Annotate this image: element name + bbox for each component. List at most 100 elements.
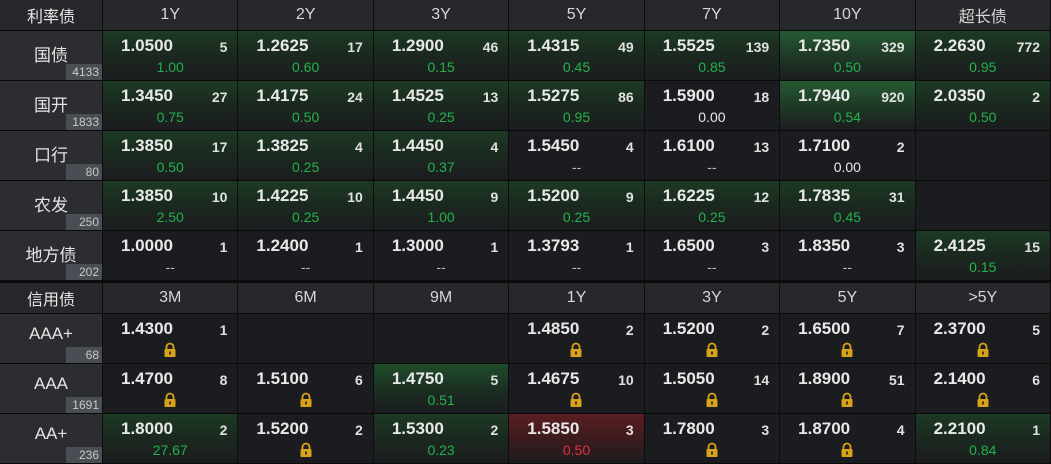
quote-price: 1.8000 <box>121 419 173 438</box>
quote-cell[interactable]: 1.5850 3 0.50 <box>509 414 645 463</box>
quote-cell[interactable]: 1.4175 24 0.50 <box>238 81 374 130</box>
tenor-header[interactable]: 6M <box>238 283 374 313</box>
quote-cell[interactable]: 1.8900 51 <box>780 364 916 413</box>
quote-cell[interactable]: 1.4300 1 <box>103 314 239 363</box>
quote-cell[interactable]: 1.3825 4 0.25 <box>238 131 374 180</box>
quote-cell[interactable]: 1.4675 10 <box>509 364 645 413</box>
quote-cell[interactable]: 2.1400 6 <box>915 364 1051 413</box>
quote-cell[interactable]: 1.5200 2 <box>238 414 374 463</box>
quote-change: 0.50 <box>562 442 591 458</box>
tenor-header[interactable]: 1Y <box>509 283 645 313</box>
tenor-header[interactable]: 3M <box>103 283 239 313</box>
row-label[interactable]: 农发 250 <box>0 181 103 230</box>
quote-cell[interactable]: 1.2625 17 0.60 <box>238 31 374 80</box>
quote-cell[interactable]: 1.6500 3 -- <box>644 231 781 280</box>
quote-cell[interactable]: 1.5100 6 <box>238 364 374 413</box>
quote-volume: 5 <box>1032 322 1040 338</box>
quote-volume: 3 <box>761 422 770 438</box>
quote-cell[interactable]: 1.4225 10 0.25 <box>238 181 374 230</box>
quote-cell[interactable]: 1.5200 9 0.25 <box>509 181 645 230</box>
tenor-header[interactable]: 10Y <box>780 0 916 30</box>
quote-price: 1.7100 <box>798 136 851 155</box>
quote-change: -- <box>707 259 717 275</box>
quote-volume: 5 <box>490 372 499 388</box>
quote-cell[interactable]: 1.7835 31 0.45 <box>780 181 916 230</box>
quote-price: 1.3850 <box>121 136 173 155</box>
quote-cell[interactable]: 1.8700 4 <box>780 414 916 463</box>
quote-cell[interactable]: 2.4125 15 0.15 <box>915 231 1051 280</box>
row-label[interactable]: 国开 1833 <box>0 81 103 130</box>
quote-cell[interactable]: 1.5050 14 <box>644 364 781 413</box>
row-label[interactable]: AAA 1691 <box>0 364 103 413</box>
row-label[interactable]: 地方债 202 <box>0 231 103 280</box>
quote-volume: 9 <box>625 189 634 205</box>
quote-cell[interactable]: 1.4450 9 1.00 <box>373 181 510 230</box>
quote-cell[interactable]: 1.0500 5 1.00 <box>103 31 239 80</box>
quote-price: 1.6500 <box>662 236 715 255</box>
quote-cell[interactable]: 1.4525 13 0.25 <box>373 81 510 130</box>
tenor-header[interactable]: 5Y <box>509 0 645 30</box>
tenor-header[interactable]: 5Y <box>780 283 916 313</box>
tenor-header[interactable]: >5Y <box>916 283 1051 313</box>
quote-cell[interactable]: 1.5300 2 0.23 <box>373 414 510 463</box>
quote-change: 0.75 <box>156 109 184 125</box>
quote-volume: 1 <box>355 239 363 255</box>
quote-change: 0.15 <box>969 259 997 275</box>
quote-cell[interactable]: 1.5450 4 -- <box>509 131 645 180</box>
quote-cell[interactable]: 1.6500 7 <box>780 314 916 363</box>
quote-cell[interactable]: 1.4850 2 <box>509 314 645 363</box>
row-count-badge: 68 <box>66 347 102 363</box>
quote-cell[interactable]: 1.7100 2 0.00 <box>780 131 916 180</box>
quote-cell[interactable]: 1.6100 13 -- <box>644 131 781 180</box>
quote-cell[interactable]: 1.4750 5 0.51 <box>373 364 510 413</box>
quote-price: 1.5050 <box>662 369 715 388</box>
tenor-header[interactable]: 3Y <box>374 0 510 30</box>
tenor-header[interactable]: 2Y <box>238 0 374 30</box>
quote-cell[interactable]: 2.2100 1 0.84 <box>915 414 1051 463</box>
quote-cell[interactable]: 1.3793 1 -- <box>509 231 645 280</box>
quote-cell[interactable]: 1.8350 3 -- <box>780 231 916 280</box>
tenor-header[interactable]: 1Y <box>103 0 239 30</box>
quote-volume: 86 <box>618 89 634 105</box>
quote-cell[interactable]: 2.3700 5 <box>915 314 1051 363</box>
quote-price: 2.2630 <box>933 36 986 55</box>
quote-cell[interactable]: 1.7800 3 <box>644 414 781 463</box>
lock-icon <box>569 342 583 358</box>
quote-cell[interactable]: 1.7940 920 0.54 <box>780 81 916 130</box>
quote-change: 0.84 <box>969 442 997 458</box>
tenor-header[interactable]: 3Y <box>645 283 781 313</box>
quote-cell[interactable]: 1.3850 17 0.50 <box>103 131 239 180</box>
tenor-header[interactable]: 7Y <box>645 0 781 30</box>
quote-cell[interactable]: 1.6225 12 0.25 <box>644 181 781 230</box>
tenor-header[interactable]: 超长债 <box>916 0 1051 30</box>
quote-cell[interactable]: 1.0000 1 -- <box>103 231 239 280</box>
quote-cell[interactable]: 1.5275 86 0.95 <box>509 81 645 130</box>
quote-price: 1.3825 <box>256 136 309 155</box>
row-label[interactable]: 口行 80 <box>0 131 103 180</box>
quote-cell[interactable]: 1.5900 18 0.00 <box>644 81 781 130</box>
quote-cell[interactable]: 1.2400 1 -- <box>238 231 374 280</box>
row-name: AAA <box>33 374 69 393</box>
quote-cell[interactable]: 1.3000 1 -- <box>373 231 510 280</box>
tenor-header[interactable]: 9M <box>374 283 510 313</box>
row-label[interactable]: AA+ 236 <box>0 414 103 463</box>
row-label[interactable]: AAA+ 68 <box>0 314 103 363</box>
quote-price: 1.3793 <box>527 236 580 255</box>
quote-volume: 2 <box>355 422 363 438</box>
quote-price: 1.5450 <box>527 136 580 155</box>
row-label[interactable]: 国债 4133 <box>0 31 103 80</box>
quote-cell[interactable]: 1.8000 2 27.67 <box>103 414 239 463</box>
quote-cell[interactable]: 2.0350 2 0.50 <box>915 81 1051 130</box>
quote-cell[interactable]: 1.4315 49 0.45 <box>509 31 645 80</box>
quote-cell[interactable]: 1.5200 2 <box>644 314 781 363</box>
quote-cell[interactable]: 1.4700 8 <box>103 364 239 413</box>
quote-cell[interactable]: 1.5525 139 0.85 <box>644 31 781 80</box>
quote-cell[interactable]: 2.2630 772 0.95 <box>915 31 1051 80</box>
quote-cell[interactable]: 1.4450 4 0.37 <box>373 131 510 180</box>
quote-cell[interactable]: 1.3850 10 2.50 <box>103 181 239 230</box>
quote-cell[interactable]: 1.7350 329 0.50 <box>780 31 916 80</box>
quote-price: 1.4850 <box>527 319 580 338</box>
quote-cell[interactable]: 1.3450 27 0.75 <box>103 81 239 130</box>
quote-cell[interactable]: 1.2900 46 0.15 <box>373 31 510 80</box>
quote-change: 2.50 <box>156 209 184 225</box>
